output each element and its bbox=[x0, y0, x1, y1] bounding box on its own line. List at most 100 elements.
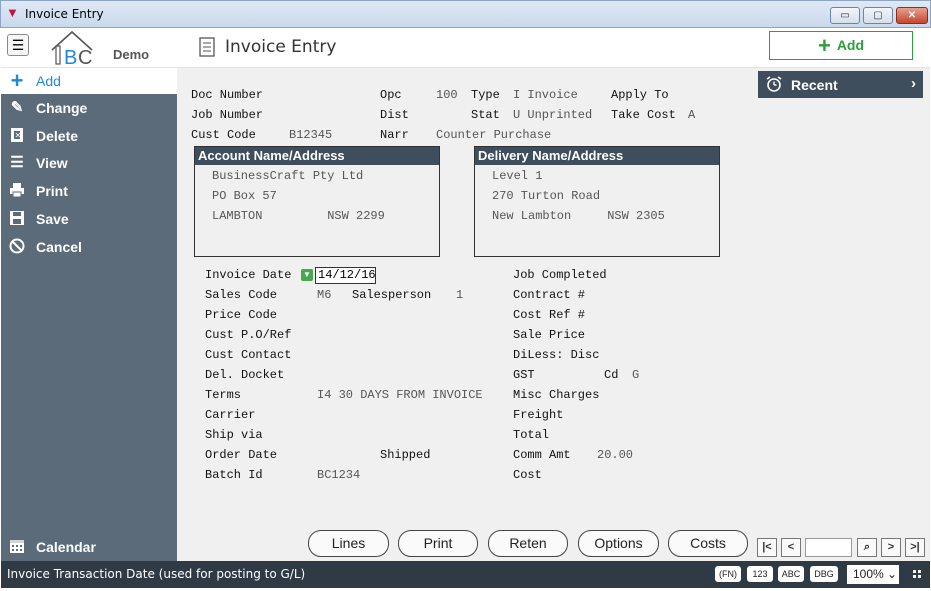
last-record-button[interactable]: >| bbox=[905, 538, 925, 557]
sidebar-item-change[interactable]: ✎ Change bbox=[1, 95, 177, 121]
document-icon bbox=[199, 37, 215, 57]
sidebar-item-label: Calendar bbox=[36, 539, 96, 555]
cost-ref-label: Cost Ref # bbox=[513, 308, 586, 322]
sidebar-item-label: Print bbox=[36, 183, 68, 199]
reten-button[interactable]: Reten bbox=[488, 530, 568, 557]
sales-code-field[interactable]: M6 bbox=[317, 288, 331, 302]
salesperson-label: Salesperson bbox=[352, 288, 432, 302]
sidebar-item-add[interactable]: + Add bbox=[1, 68, 177, 94]
first-record-button[interactable]: |< bbox=[757, 538, 777, 557]
take-cost-field[interactable]: A bbox=[688, 108, 695, 122]
sidebar-item-cancel[interactable]: Cancel bbox=[1, 234, 177, 260]
fn-badge[interactable]: (FN) bbox=[715, 566, 741, 582]
terms-field[interactable]: I4 30 DAYS FROM INVOICE bbox=[317, 388, 483, 402]
sale-price-label: Sale Price bbox=[513, 328, 586, 342]
account-address-box: Account Name/Address BusinessCraft Pty L… bbox=[194, 146, 440, 257]
narr-label: Narr bbox=[380, 128, 409, 142]
zoom-value: 100% bbox=[853, 567, 884, 581]
search-record-button[interactable]: ⌕ bbox=[857, 538, 877, 557]
pencil-icon: ✎ bbox=[10, 99, 24, 116]
contract-label: Contract # bbox=[513, 288, 586, 302]
svg-text:B: B bbox=[64, 47, 77, 68]
account-address-line1[interactable]: BusinessCraft Pty Ltd bbox=[212, 169, 363, 183]
order-date-label: Order Date bbox=[205, 448, 278, 462]
recent-panel-button[interactable]: Recent › bbox=[758, 71, 923, 98]
invoice-date-label: Invoice Date bbox=[205, 268, 292, 282]
sidebar-item-view[interactable]: ☰ View bbox=[1, 150, 177, 176]
batch-id-field[interactable]: BC1234 bbox=[317, 468, 360, 482]
menu-hamburger-icon[interactable]: ☰ bbox=[7, 34, 29, 56]
sidebar-item-label: Delete bbox=[36, 128, 79, 144]
next-record-button[interactable]: > bbox=[881, 538, 901, 557]
cust-po-label: Cust P.O/Ref bbox=[205, 328, 292, 342]
type-field[interactable]: I Invoice bbox=[513, 88, 578, 102]
ship-via-label: Ship via bbox=[205, 428, 263, 442]
price-code-label: Price Code bbox=[205, 308, 278, 322]
cust-code-field[interactable]: B12345 bbox=[289, 128, 332, 142]
sales-code-label: Sales Code bbox=[205, 288, 278, 302]
account-address-line2[interactable]: PO Box 57 bbox=[212, 189, 277, 203]
stat-label: Stat bbox=[471, 108, 500, 122]
add-button-label: Add bbox=[836, 37, 865, 53]
freight-label: Freight bbox=[513, 408, 564, 422]
costs-button[interactable]: Costs bbox=[668, 530, 748, 557]
options-button[interactable]: Options bbox=[578, 530, 659, 557]
delivery-address-line3[interactable]: New Lambton NSW 2305 bbox=[492, 209, 665, 223]
maximize-button[interactable]: ▢ bbox=[863, 7, 893, 24]
comm-amt-field[interactable]: 20.00 bbox=[597, 448, 633, 462]
opc-field[interactable]: 100 bbox=[436, 88, 458, 102]
terms-label: Terms bbox=[205, 388, 242, 402]
add-button[interactable]: + Add bbox=[769, 31, 913, 60]
salesperson-field[interactable]: 1 bbox=[456, 288, 463, 302]
cd-field[interactable]: G bbox=[632, 368, 639, 382]
delivery-address-line2[interactable]: 270 Turton Road bbox=[492, 189, 600, 203]
alarm-clock-icon bbox=[766, 76, 782, 92]
record-number-input[interactable] bbox=[805, 538, 852, 557]
delivery-address-title: Delivery Name/Address bbox=[475, 147, 719, 165]
resize-grip-icon[interactable] bbox=[913, 570, 921, 578]
list-icon: ☰ bbox=[10, 154, 24, 171]
print-button[interactable]: Print bbox=[398, 530, 478, 557]
take-cost-label: Take Cost bbox=[611, 108, 676, 122]
sidebar-item-delete[interactable]: ✕ Delete bbox=[1, 123, 177, 149]
carrier-label: Carrier bbox=[205, 408, 256, 422]
floppy-icon bbox=[8, 210, 26, 228]
chevron-down-icon: ⌄ bbox=[887, 567, 898, 581]
prev-record-button[interactable]: < bbox=[781, 538, 801, 557]
abc-badge[interactable]: ABC bbox=[778, 566, 804, 582]
sidebar-item-label: Add bbox=[36, 73, 61, 89]
dbg-badge[interactable]: DBG bbox=[810, 566, 838, 582]
stat-field[interactable]: U Unprinted bbox=[513, 108, 592, 122]
minimize-button[interactable]: ▭ bbox=[830, 7, 860, 24]
svg-text:C: C bbox=[78, 47, 92, 68]
account-address-line3[interactable]: LAMBTON NSW 2299 bbox=[212, 209, 385, 223]
status-bar: Invoice Transaction Date (used for posti… bbox=[1, 561, 930, 588]
batch-id-label: Batch Id bbox=[205, 468, 263, 482]
dist-label: Dist bbox=[380, 108, 409, 122]
narr-field[interactable]: Counter Purchase bbox=[436, 128, 551, 142]
sidebar-item-label: Cancel bbox=[36, 239, 82, 255]
plus-icon: + bbox=[817, 33, 831, 58]
plus-icon: + bbox=[10, 68, 24, 93]
num-badge[interactable]: 123 bbox=[747, 566, 773, 582]
zoom-select[interactable]: 100% ⌄ bbox=[847, 565, 899, 584]
apply-to-label: Apply To bbox=[611, 88, 669, 102]
gst-label: GST bbox=[513, 368, 535, 382]
misc-charges-label: Misc Charges bbox=[513, 388, 600, 402]
sidebar-item-save[interactable]: Save bbox=[1, 206, 177, 232]
delivery-address-box: Delivery Name/Address Level 1 270 Turton… bbox=[474, 146, 720, 257]
job-number-label: Job Number bbox=[191, 108, 264, 122]
cust-code-label: Cust Code bbox=[191, 128, 256, 142]
sidebar-item-print[interactable]: Print bbox=[1, 178, 177, 204]
sidebar-item-calendar[interactable]: Calendar bbox=[1, 534, 177, 560]
cd-label: Cd bbox=[604, 368, 619, 382]
page-title: Invoice Entry bbox=[225, 37, 337, 57]
invoice-date-input[interactable]: 14/12/16 bbox=[315, 267, 376, 284]
total-label: Total bbox=[513, 428, 550, 442]
lines-button[interactable]: Lines bbox=[308, 530, 389, 557]
date-picker-icon[interactable]: ▼ bbox=[301, 269, 313, 281]
close-button[interactable]: ✕ bbox=[896, 7, 928, 24]
delivery-address-line1[interactable]: Level 1 bbox=[492, 169, 542, 183]
cust-contact-label: Cust Contact bbox=[205, 348, 292, 362]
calendar-icon bbox=[8, 538, 26, 556]
